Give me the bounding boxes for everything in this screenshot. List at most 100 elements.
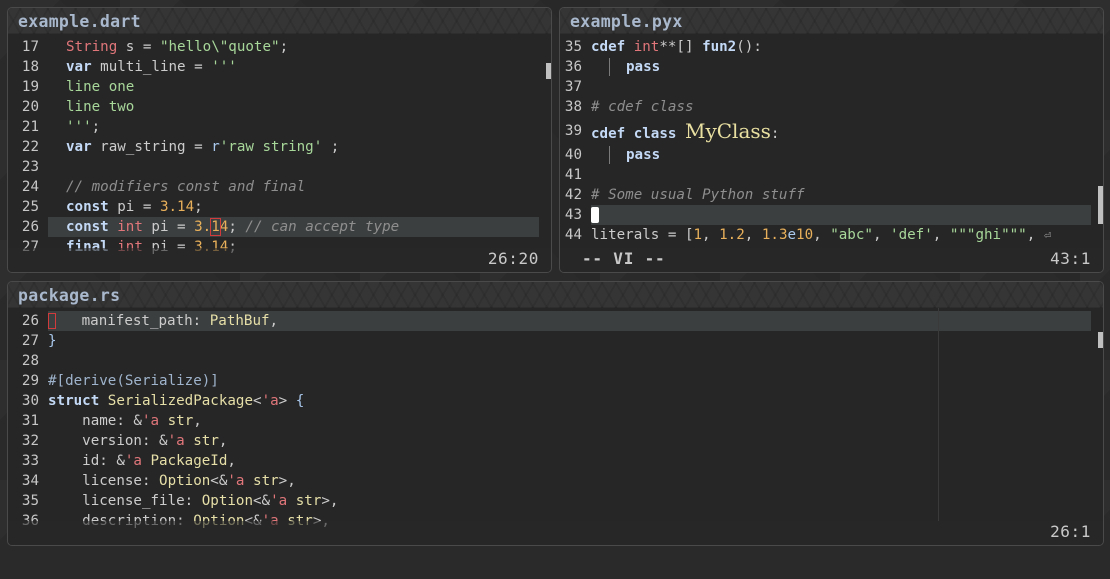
token: , — [193, 413, 202, 429]
token: , — [932, 227, 950, 243]
code-line[interactable]: 38 # cdef class — [560, 97, 1103, 117]
code-line[interactable]: 20 line two — [8, 97, 551, 117]
line-wrap-icon: ⏎ — [1043, 228, 1052, 242]
line-text: pass — [591, 57, 660, 77]
line-text: String s = "hello\"quote"; — [66, 37, 288, 57]
text-cursor — [591, 207, 599, 223]
token: < — [253, 393, 262, 409]
token: pass — [626, 147, 661, 163]
token: var — [66, 139, 92, 155]
token: , — [813, 227, 831, 243]
line-number: 20 — [21, 99, 39, 115]
token: raw_string = — [91, 139, 212, 155]
line-text: line one — [66, 77, 134, 97]
line-number: 17 — [21, 39, 39, 55]
line-number: 44 — [564, 227, 582, 243]
line-text: # cdef class — [591, 97, 694, 117]
code-line[interactable]: 18 var multi_line = ''' — [8, 57, 551, 77]
token: 1.2 — [719, 227, 745, 243]
token: int — [117, 219, 143, 235]
token: # cdef class — [591, 99, 694, 115]
line-text: '''; — [66, 117, 100, 137]
cursor-position: 26:1 — [1050, 522, 1091, 541]
code-line[interactable]: 39 cdef class MyClass: — [560, 117, 1103, 145]
line-text: name: &'a str, — [48, 411, 202, 431]
line-number: 32 — [21, 433, 39, 449]
line-number: 38 — [564, 99, 582, 115]
line-number: 18 — [21, 59, 39, 75]
line-number: 35 — [21, 493, 39, 509]
code-area[interactable]: 17 String s = "hello\"quote"; 18 var multi_… — [8, 37, 551, 257]
line-text: const int pi = 3.14; // can accept type — [66, 217, 399, 237]
token: >, — [321, 493, 339, 509]
editor-pane-dart[interactable]: example.dart 17 String s = "hello\"quote"… — [7, 7, 552, 273]
token: ; — [228, 219, 246, 235]
code-line[interactable]: 40 pass — [560, 145, 1103, 165]
editor-pane-pyx[interactable]: example.pyx 35 cdef int**[] fun2(): 36 pass… — [559, 7, 1104, 273]
code-line[interactable]: 26 manifest_path: PathBuf, — [22, 311, 1091, 331]
line-text: pass — [591, 145, 660, 165]
line-number: 31 — [21, 413, 39, 429]
scrollbar-thumb[interactable] — [546, 63, 551, 79]
line-number: 28 — [21, 353, 39, 369]
token: , — [744, 227, 762, 243]
token: <& — [210, 473, 228, 489]
line-text: const pi = 3.14; — [66, 197, 203, 217]
line-number: 30 — [21, 393, 39, 409]
scrollbar-thumb[interactable] — [1098, 186, 1103, 224]
line-text: literals = [1, 1.2, 1.3e10, "abc", 'def'… — [591, 225, 1051, 245]
token: r — [211, 139, 220, 155]
code-line[interactable]: 22 var raw_string = r'raw string' ; — [8, 137, 551, 157]
code-line[interactable]: 36 pass — [560, 57, 1103, 77]
code-line[interactable]: 35 cdef int**[] fun2(): — [560, 37, 1103, 57]
line-text: id: &'a PackageId, — [48, 451, 236, 471]
token: license_file: — [48, 493, 202, 509]
token: 'def' — [890, 227, 933, 243]
code-line[interactable]: 24 // modifiers const and final — [8, 177, 551, 197]
code-line[interactable]: 21 '''; — [8, 117, 551, 137]
line-number: 39 — [564, 123, 582, 139]
code-line[interactable]: 23 — [8, 157, 551, 177]
code-line[interactable]: 43 — [565, 205, 1091, 225]
token: const — [66, 199, 109, 215]
scrollbar-thumb[interactable] — [1098, 332, 1103, 348]
token: 'a — [167, 433, 185, 449]
pane-titlebar: package.rs — [8, 282, 1103, 308]
code-area[interactable]: 35 cdef int**[] fun2(): 36 pass 37 38 # cdef c… — [560, 37, 1103, 245]
line-text: } — [48, 331, 57, 351]
token: multi_line = — [91, 59, 212, 75]
token: 'a — [261, 393, 279, 409]
line-text: cdef int**[] fun2(): — [591, 37, 762, 57]
code-line[interactable]: 17 String s = "hello\"quote"; — [8, 37, 551, 57]
line-number: 23 — [21, 159, 39, 175]
token: 'a — [141, 413, 160, 429]
token: : — [770, 126, 780, 142]
code-line[interactable]: 19 line one — [8, 77, 551, 97]
token: SerializedPackage — [107, 393, 254, 409]
line-number: 26 — [21, 313, 39, 329]
token: 'a — [124, 453, 142, 469]
pane-title: package.rs — [18, 286, 121, 305]
token: <& — [253, 493, 271, 509]
code-line[interactable]: 37 — [560, 77, 1103, 97]
editor-pane-rs[interactable]: package.rs 26 manifest_path: PathBuf, 27}… — [7, 281, 1104, 546]
code-line[interactable]: 25 const pi = 3.14; — [8, 197, 551, 217]
code-line[interactable]: 44 literals = [1, 1.2, 1.3e10, "abc", 'de… — [560, 225, 1103, 245]
line-number: 19 — [21, 79, 39, 95]
token: , — [702, 227, 720, 243]
token: 1.3 — [761, 227, 788, 243]
code-line[interactable]: 41 — [560, 165, 1103, 185]
token: ''' — [211, 59, 237, 75]
code-line[interactable]: 42 # Some usual Python stuff — [560, 185, 1103, 205]
line-number: 35 — [564, 39, 582, 55]
token: struct — [48, 393, 100, 409]
line-number: 27 — [21, 333, 39, 349]
token: s = — [117, 39, 160, 55]
code-line[interactable]: 26 const int pi = 3.14; // can accept typ… — [22, 217, 539, 237]
token: , — [269, 313, 279, 329]
